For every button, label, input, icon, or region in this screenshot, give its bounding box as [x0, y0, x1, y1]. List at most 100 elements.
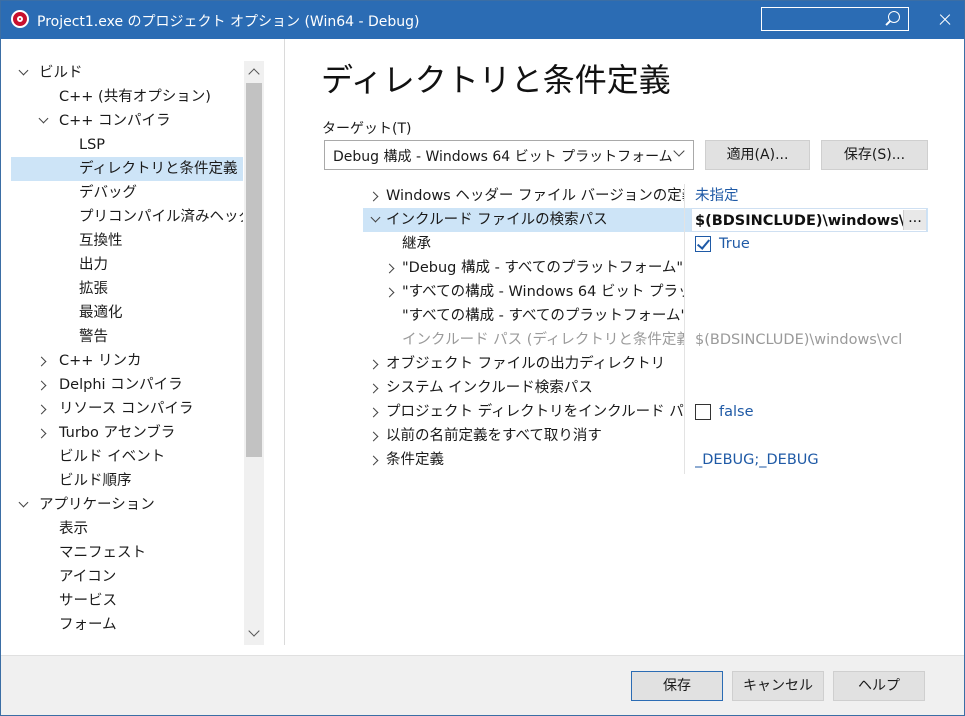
scroll-down-icon[interactable]: [244, 623, 264, 645]
ellipsis-button[interactable]: ...: [903, 210, 926, 230]
chevron-right-icon[interactable]: [385, 280, 399, 304]
chevron-right-icon[interactable]: [369, 184, 383, 208]
property-row[interactable]: インクルード パス (ディレクトリと条件定義 > インクルード ファイルの検索パ…: [363, 328, 928, 352]
property-value[interactable]: $(BDSINCLUDE)\windows\vcl...: [691, 208, 927, 232]
property-row[interactable]: 以前の名前定義をすべて取り消す: [363, 424, 928, 448]
target-select[interactable]: Debug 構成 - Windows 64 ビット プラットフォーム: [324, 140, 694, 170]
tree-item-label: 最適化: [79, 305, 123, 321]
chevron-down-icon[interactable]: [369, 208, 383, 232]
property-row[interactable]: "Debug 構成 - すべてのプラットフォーム" から継承: [363, 256, 928, 280]
cancel-button[interactable]: キャンセル: [732, 671, 824, 701]
page-title: ディレクトリと条件定義: [321, 61, 671, 99]
tree-item-label: ビルド: [39, 65, 83, 81]
tree-item[interactable]: C++ コンパイラ: [11, 109, 243, 133]
tree-item-label: アプリケーション: [39, 497, 155, 513]
apply-button[interactable]: 適用(A)...: [705, 140, 810, 170]
property-row[interactable]: インクルード ファイルの検索パス $(BDSINCLUDE)\windows\vc…: [363, 208, 928, 232]
property-name-cell: "すべての構成 - すべてのプラットフォーム" から継承: [363, 304, 684, 328]
tree-item-label: ディレクトリと条件定義: [79, 161, 238, 177]
tree-item-label: C++ (共有オプション): [59, 89, 211, 105]
property-row[interactable]: オブジェクト ファイルの出力ディレクトリ: [363, 352, 928, 376]
tree-item-label: Delphi コンパイラ: [59, 377, 183, 393]
property-value[interactable]: _DEBUG;_DEBUG: [695, 448, 925, 472]
tree-item[interactable]: Turbo アセンブラ: [11, 421, 243, 445]
chevron-right-icon[interactable]: [385, 256, 399, 280]
tree-item-label: デバッグ: [79, 185, 137, 201]
tree-item[interactable]: プリコンパイル済みヘッダー: [11, 205, 243, 229]
property-name-cell: システム インクルード検索パス: [363, 376, 684, 400]
chevron-down-icon[interactable]: [37, 109, 51, 133]
chevron-right-icon[interactable]: [37, 397, 51, 421]
property-row[interactable]: システム インクルード検索パス: [363, 376, 928, 400]
tree-item[interactable]: 出力: [11, 253, 243, 277]
tree-item-label: ビルド イベント: [59, 449, 166, 465]
save-target-button[interactable]: 保存(S)...: [821, 140, 928, 170]
help-button[interactable]: ヘルプ: [833, 671, 925, 701]
search-input[interactable]: [761, 7, 909, 31]
property-row[interactable]: Windows ヘッダー ファイル バージョンの定義 未指定: [363, 184, 928, 208]
chevron-down-icon[interactable]: [17, 493, 31, 517]
property-row[interactable]: "すべての構成 - すべてのプラットフォーム" から継承: [363, 304, 928, 328]
close-icon[interactable]: [925, 1, 963, 39]
tree-item[interactable]: 最適化: [11, 301, 243, 325]
tree-item[interactable]: リソース コンパイラ: [11, 397, 243, 421]
tree-item[interactable]: ビルド: [11, 61, 243, 85]
checkbox-value-label: false: [719, 404, 754, 420]
tree-item[interactable]: デバッグ: [11, 181, 243, 205]
tree-item[interactable]: ビルド順序: [11, 469, 243, 493]
tree-item[interactable]: アイコン: [11, 565, 243, 589]
chevron-right-icon[interactable]: [369, 376, 383, 400]
chevron-right-icon[interactable]: [37, 373, 51, 397]
tree-item[interactable]: サービス: [11, 589, 243, 613]
tree-item[interactable]: マニフェスト: [11, 541, 243, 565]
tree-item[interactable]: ディレクトリと条件定義: [11, 157, 243, 181]
tree-item[interactable]: LSP: [11, 133, 243, 157]
pane-divider[interactable]: [284, 39, 285, 645]
property-name: Windows ヘッダー ファイル バージョンの定義: [386, 188, 684, 204]
tree-item[interactable]: 警告: [11, 325, 243, 349]
chevron-right-icon[interactable]: [369, 352, 383, 376]
tree-item-label: C++ コンパイラ: [59, 113, 171, 129]
chevron-right-icon[interactable]: [37, 349, 51, 373]
tree-item-label: 互換性: [79, 233, 123, 249]
window-title: Project1.exe のプロジェクト オプション (Win64 - Debu…: [37, 14, 420, 30]
tree-item[interactable]: C++ リンカ: [11, 349, 243, 373]
search-icon[interactable]: [888, 11, 900, 23]
save-button[interactable]: 保存: [631, 671, 723, 701]
property-value[interactable]: 未指定: [695, 184, 925, 208]
tree-item-label: 出力: [79, 257, 108, 273]
tree-scrollbar[interactable]: [244, 61, 264, 645]
chevron-right-icon[interactable]: [37, 421, 51, 445]
tree-item[interactable]: 拡張: [11, 277, 243, 301]
property-value[interactable]: True: [695, 232, 925, 256]
tree-item[interactable]: ビルド イベント: [11, 445, 243, 469]
target-label: ターゲット(T): [322, 121, 412, 137]
property-name-cell: インクルード パス (ディレクトリと条件定義 > インクルード ファイルの検索パ…: [363, 328, 684, 352]
checkbox-value-label: True: [719, 236, 750, 252]
property-row[interactable]: 条件定義 _DEBUG;_DEBUG: [363, 448, 928, 472]
property-name: 以前の名前定義をすべて取り消す: [386, 428, 602, 444]
tree-item[interactable]: 互換性: [11, 229, 243, 253]
property-name: オブジェクト ファイルの出力ディレクトリ: [386, 356, 666, 372]
tree-item[interactable]: C++ (共有オプション): [11, 85, 243, 109]
chevron-right-icon[interactable]: [369, 448, 383, 472]
property-name: プロジェクト ディレクトリをインクルード パスに追加: [386, 404, 684, 420]
property-grid-separator[interactable]: [684, 184, 685, 474]
property-row[interactable]: プロジェクト ディレクトリをインクルード パスに追加 false: [363, 400, 928, 424]
checkbox-unchecked-icon[interactable]: [695, 404, 711, 420]
chevron-down-icon[interactable]: [17, 61, 31, 85]
checkbox-checked-icon[interactable]: [695, 236, 711, 252]
chevron-right-icon[interactable]: [369, 424, 383, 448]
tree-item[interactable]: Delphi コンパイラ: [11, 373, 243, 397]
tree-item[interactable]: 表示: [11, 517, 243, 541]
property-row[interactable]: 継承 True: [363, 232, 928, 256]
tree-item[interactable]: フォーム: [11, 613, 243, 637]
property-row[interactable]: "すべての構成 - Windows 64 ビット プラットフォーム" から継承: [363, 280, 928, 304]
chevron-right-icon[interactable]: [369, 400, 383, 424]
property-value[interactable]: false: [695, 400, 925, 424]
scroll-up-icon[interactable]: [244, 61, 264, 83]
property-name-cell: "すべての構成 - Windows 64 ビット プラットフォーム" から継承: [363, 280, 684, 304]
scrollbar-thumb[interactable]: [246, 83, 262, 457]
tree-item-label: サービス: [59, 593, 117, 609]
tree-item[interactable]: アプリケーション: [11, 493, 243, 517]
